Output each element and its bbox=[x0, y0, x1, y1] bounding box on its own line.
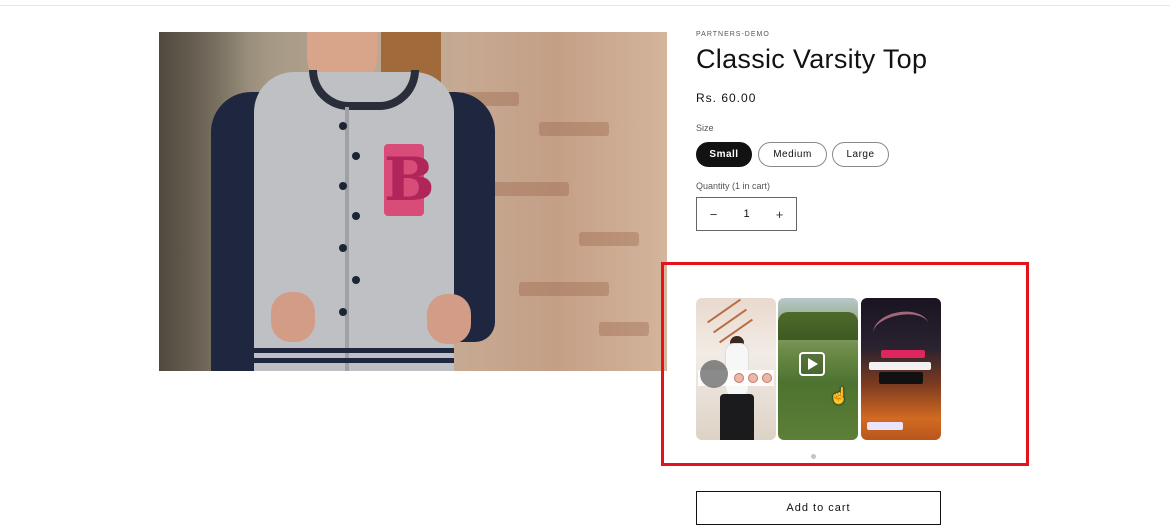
quantity-stepper: − 1 + bbox=[696, 197, 797, 231]
caption-tag bbox=[867, 422, 903, 430]
jacket-placket bbox=[345, 107, 349, 371]
brick bbox=[579, 232, 639, 246]
jacket-button bbox=[339, 308, 347, 316]
staircase bbox=[707, 298, 741, 324]
add-to-cart-button[interactable]: Add to cart bbox=[696, 491, 941, 525]
brick bbox=[519, 282, 609, 296]
carousel-page-dot[interactable] bbox=[811, 454, 816, 459]
product-image[interactable]: B bbox=[159, 32, 667, 371]
brick bbox=[489, 182, 569, 196]
jacket-button bbox=[352, 152, 360, 160]
hem-stripe bbox=[254, 358, 454, 363]
quantity-decrease-button[interactable]: − bbox=[697, 198, 730, 230]
jacket-button bbox=[352, 212, 360, 220]
varsity-letter-patch: B bbox=[384, 144, 435, 216]
jacket-button bbox=[339, 244, 347, 252]
dinosaur-silhouette bbox=[870, 307, 932, 351]
product-title: Classic Varsity Top bbox=[696, 44, 928, 74]
quantity-label: Quantity (1 in cart) bbox=[696, 181, 771, 191]
quantity-increase-button[interactable]: + bbox=[763, 198, 796, 230]
face-icon bbox=[762, 373, 772, 383]
avatar-icon bbox=[700, 360, 728, 388]
hand-in-pocket bbox=[427, 294, 471, 344]
jacket-button bbox=[339, 182, 347, 190]
size-label: Size bbox=[696, 123, 714, 133]
size-option-large[interactable]: Large bbox=[832, 142, 889, 167]
face-icon bbox=[748, 373, 758, 383]
caption-tag bbox=[869, 362, 931, 370]
header-divider bbox=[0, 5, 1170, 6]
hem-stripe bbox=[254, 348, 454, 353]
face-icon bbox=[734, 373, 744, 383]
hand-cursor-icon: ☝ bbox=[829, 388, 849, 405]
person-skirt bbox=[720, 394, 754, 440]
size-option-small[interactable]: Small bbox=[696, 142, 752, 167]
product-price: Rs. 60.00 bbox=[696, 91, 757, 105]
brick bbox=[539, 122, 609, 136]
hand-in-pocket bbox=[271, 292, 315, 342]
jacket-button bbox=[339, 122, 347, 130]
jacket-button bbox=[352, 276, 360, 284]
caption-tag bbox=[879, 372, 923, 384]
size-option-medium[interactable]: Medium bbox=[758, 142, 827, 167]
brick bbox=[599, 322, 649, 336]
tree-line bbox=[778, 312, 858, 340]
quantity-input[interactable]: 1 bbox=[730, 208, 763, 220]
caption-tag bbox=[881, 350, 925, 358]
video-card-3[interactable] bbox=[861, 298, 941, 440]
video-card-1[interactable] bbox=[696, 298, 776, 440]
play-icon[interactable] bbox=[799, 352, 825, 376]
product-vendor: PARTNERS-DEMO bbox=[696, 31, 770, 38]
